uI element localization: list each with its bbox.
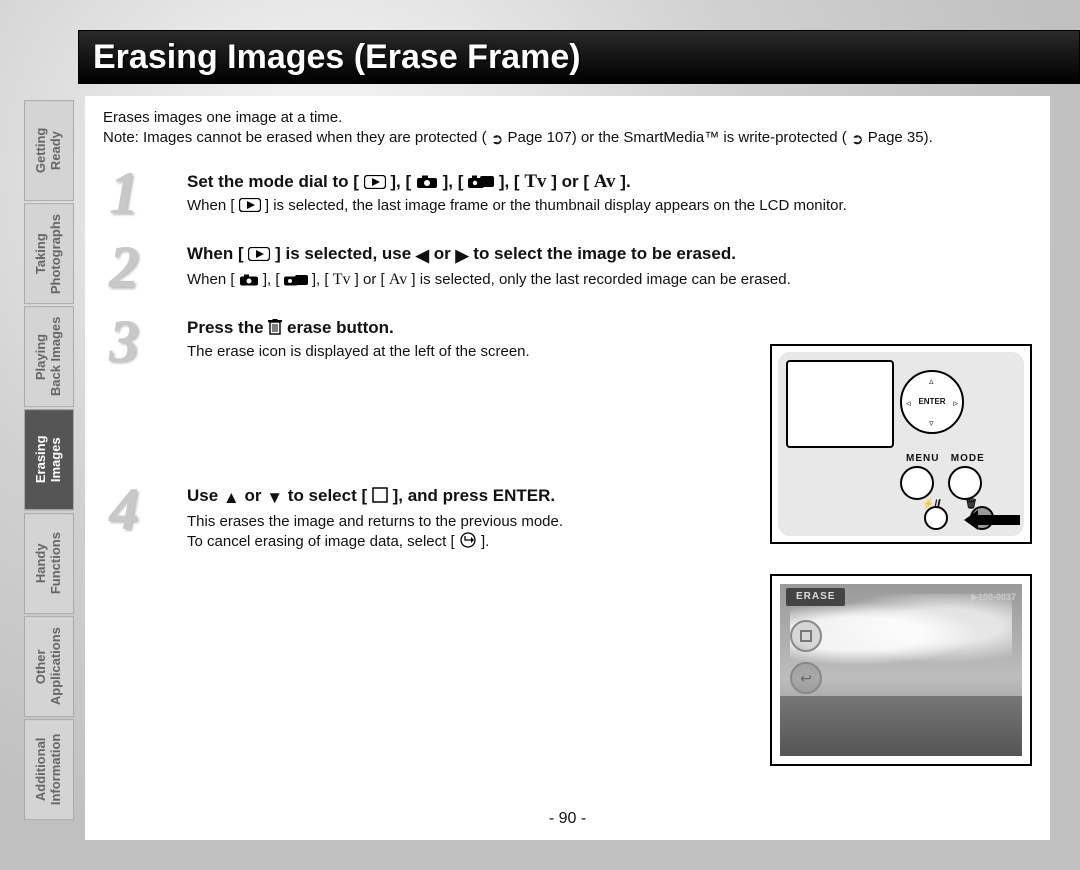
- lcd-erase-badge: ERASE: [786, 588, 845, 606]
- tab-erasing-images[interactable]: Erasing Images: [24, 409, 74, 510]
- step-number-3: 3: [109, 311, 139, 371]
- camera-body: ▵ ▿ ◃ ▹ ENTER MENU MODE ⚡/𝒊 🗑: [778, 352, 1024, 536]
- intro-pageref1: Page 107) or the SmartMedia™ is write-pr…: [507, 129, 846, 146]
- sky-graphic: [790, 594, 1012, 674]
- left-arrow-icon: ◀: [416, 245, 429, 268]
- right-arrow-icon: ▶: [455, 245, 468, 268]
- step-1: 1 Set the mode dial to [ ], [ ], [ ], [ …: [103, 169, 1032, 217]
- lcd-return-icon: ↩: [790, 662, 822, 694]
- tab-additional-information[interactable]: Additional Information: [24, 719, 74, 820]
- right-arrow-icon: ▹: [953, 397, 958, 409]
- manual-page: Erasing Images (Erase Frame) Getting Rea…: [0, 0, 1080, 870]
- section-tabs: Getting Ready Taking Photographs Playing…: [24, 100, 74, 820]
- content-body: Erases images one image at a time. Note:…: [85, 96, 1050, 840]
- page-number: - 90 -: [85, 808, 1050, 830]
- camera-lcd: [786, 360, 894, 448]
- step-1-heading: Set the mode dial to [ ], [ ], [ ], [ Tv…: [187, 172, 631, 191]
- square-icon: [372, 487, 388, 503]
- mode-button: [948, 466, 982, 500]
- tab-taking-photographs[interactable]: Taking Photographs: [24, 203, 74, 304]
- av-mode-label: Av: [389, 271, 407, 288]
- playback-icon: [364, 175, 386, 189]
- camera-icon: [416, 175, 438, 189]
- pointer-arrow-icon: [964, 510, 1020, 536]
- page-title: Erasing Images (Erase Frame): [93, 38, 581, 77]
- lcd-side-icons: ↩: [790, 620, 822, 694]
- step-2-heading: When [ ] is selected, use ◀ or ▶ to sele…: [187, 244, 736, 263]
- step-2-desc: When [ ], [ ], [ Tv ] or [ Av ] is selec…: [187, 269, 1032, 291]
- down-arrow-icon: ▼: [266, 487, 283, 510]
- step-number-2: 2: [109, 237, 139, 297]
- step-number-4: 4: [109, 479, 139, 539]
- enter-label: ENTER: [918, 397, 945, 408]
- camera-button-labels: MENU MODE: [906, 452, 985, 466]
- camera-icon: [239, 274, 259, 286]
- camera-arrow-pad: ▵ ▿ ◃ ▹ ENTER: [900, 370, 964, 434]
- tab-playing-back-images[interactable]: Playing Back Images: [24, 306, 74, 407]
- tv-mode-label: Tv: [524, 171, 546, 192]
- lcd-preview: ERASE ▶100-0037 ↩: [770, 574, 1032, 766]
- lcd-frame-number: ▶100-0037: [971, 591, 1016, 603]
- intro-pageref2: Page 35).: [868, 129, 933, 146]
- tab-other-applications[interactable]: Other Applications: [24, 616, 74, 717]
- menu-button: [900, 466, 934, 500]
- multishot-icon: [468, 175, 494, 189]
- lcd-top-bar: ERASE ▶100-0037: [786, 588, 1016, 606]
- crossref-icon: ➲: [491, 130, 504, 150]
- tab-getting-ready[interactable]: Getting Ready: [24, 100, 74, 201]
- intro-text: Erases images one image at a time. Note:…: [103, 108, 1032, 151]
- ground-graphic: [780, 696, 1022, 756]
- playback-icon: [239, 198, 261, 212]
- step-4-heading: Use ▲ or ▼ to select [ ], and press ENTE…: [187, 486, 555, 505]
- playback-icon: [248, 247, 270, 261]
- camera-diagram: ▵ ▿ ◃ ▹ ENTER MENU MODE ⚡/𝒊 🗑: [770, 344, 1032, 544]
- camera-main-buttons: [900, 466, 982, 500]
- down-arrow-icon: ▿: [929, 417, 934, 429]
- intro-line2a: Note: Images cannot be erased when they …: [103, 129, 487, 146]
- step-1-desc: When [ ] is selected, the last image fra…: [187, 196, 1032, 216]
- tab-handy-functions[interactable]: Handy Functions: [24, 513, 74, 614]
- step-3-heading: Press the erase button.: [187, 318, 394, 337]
- intro-line1: Erases images one image at a time.: [103, 109, 342, 126]
- left-arrow-icon: ◃: [906, 397, 911, 409]
- av-mode-label: Av: [594, 171, 616, 192]
- up-arrow-icon: ▵: [929, 375, 934, 387]
- multishot-icon: [284, 274, 308, 286]
- page-title-bar: Erasing Images (Erase Frame): [78, 30, 1080, 84]
- trash-icon: [268, 319, 282, 335]
- up-arrow-icon: ▲: [223, 487, 240, 510]
- tv-mode-label: Tv: [333, 271, 351, 288]
- lcd-image: ERASE ▶100-0037 ↩: [780, 584, 1022, 756]
- step-number-1: 1: [109, 163, 139, 223]
- return-icon: [459, 532, 477, 548]
- crossref-icon: ➲: [851, 130, 864, 150]
- lcd-select-square-icon: [790, 620, 822, 652]
- flash-info-button: [924, 506, 948, 530]
- step-2: 2 When [ ] is selected, use ◀ or ▶ to se…: [103, 243, 1032, 292]
